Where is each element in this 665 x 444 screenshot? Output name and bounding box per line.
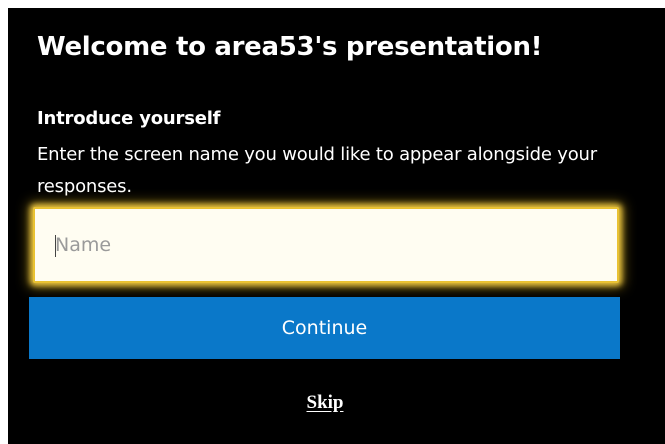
skip-link[interactable]: Skip xyxy=(0,392,650,414)
dialog-title: Welcome to area53's presentation! xyxy=(37,32,543,62)
text-cursor xyxy=(55,235,56,257)
page: Welcome to area53's presentation! Introd… xyxy=(0,0,665,444)
name-input[interactable] xyxy=(33,207,619,283)
dialog-description: Enter the screen name you would like to … xyxy=(37,144,597,197)
dialog-subtitle: Introduce yourself xyxy=(37,108,221,129)
continue-button[interactable]: Continue xyxy=(29,297,620,359)
